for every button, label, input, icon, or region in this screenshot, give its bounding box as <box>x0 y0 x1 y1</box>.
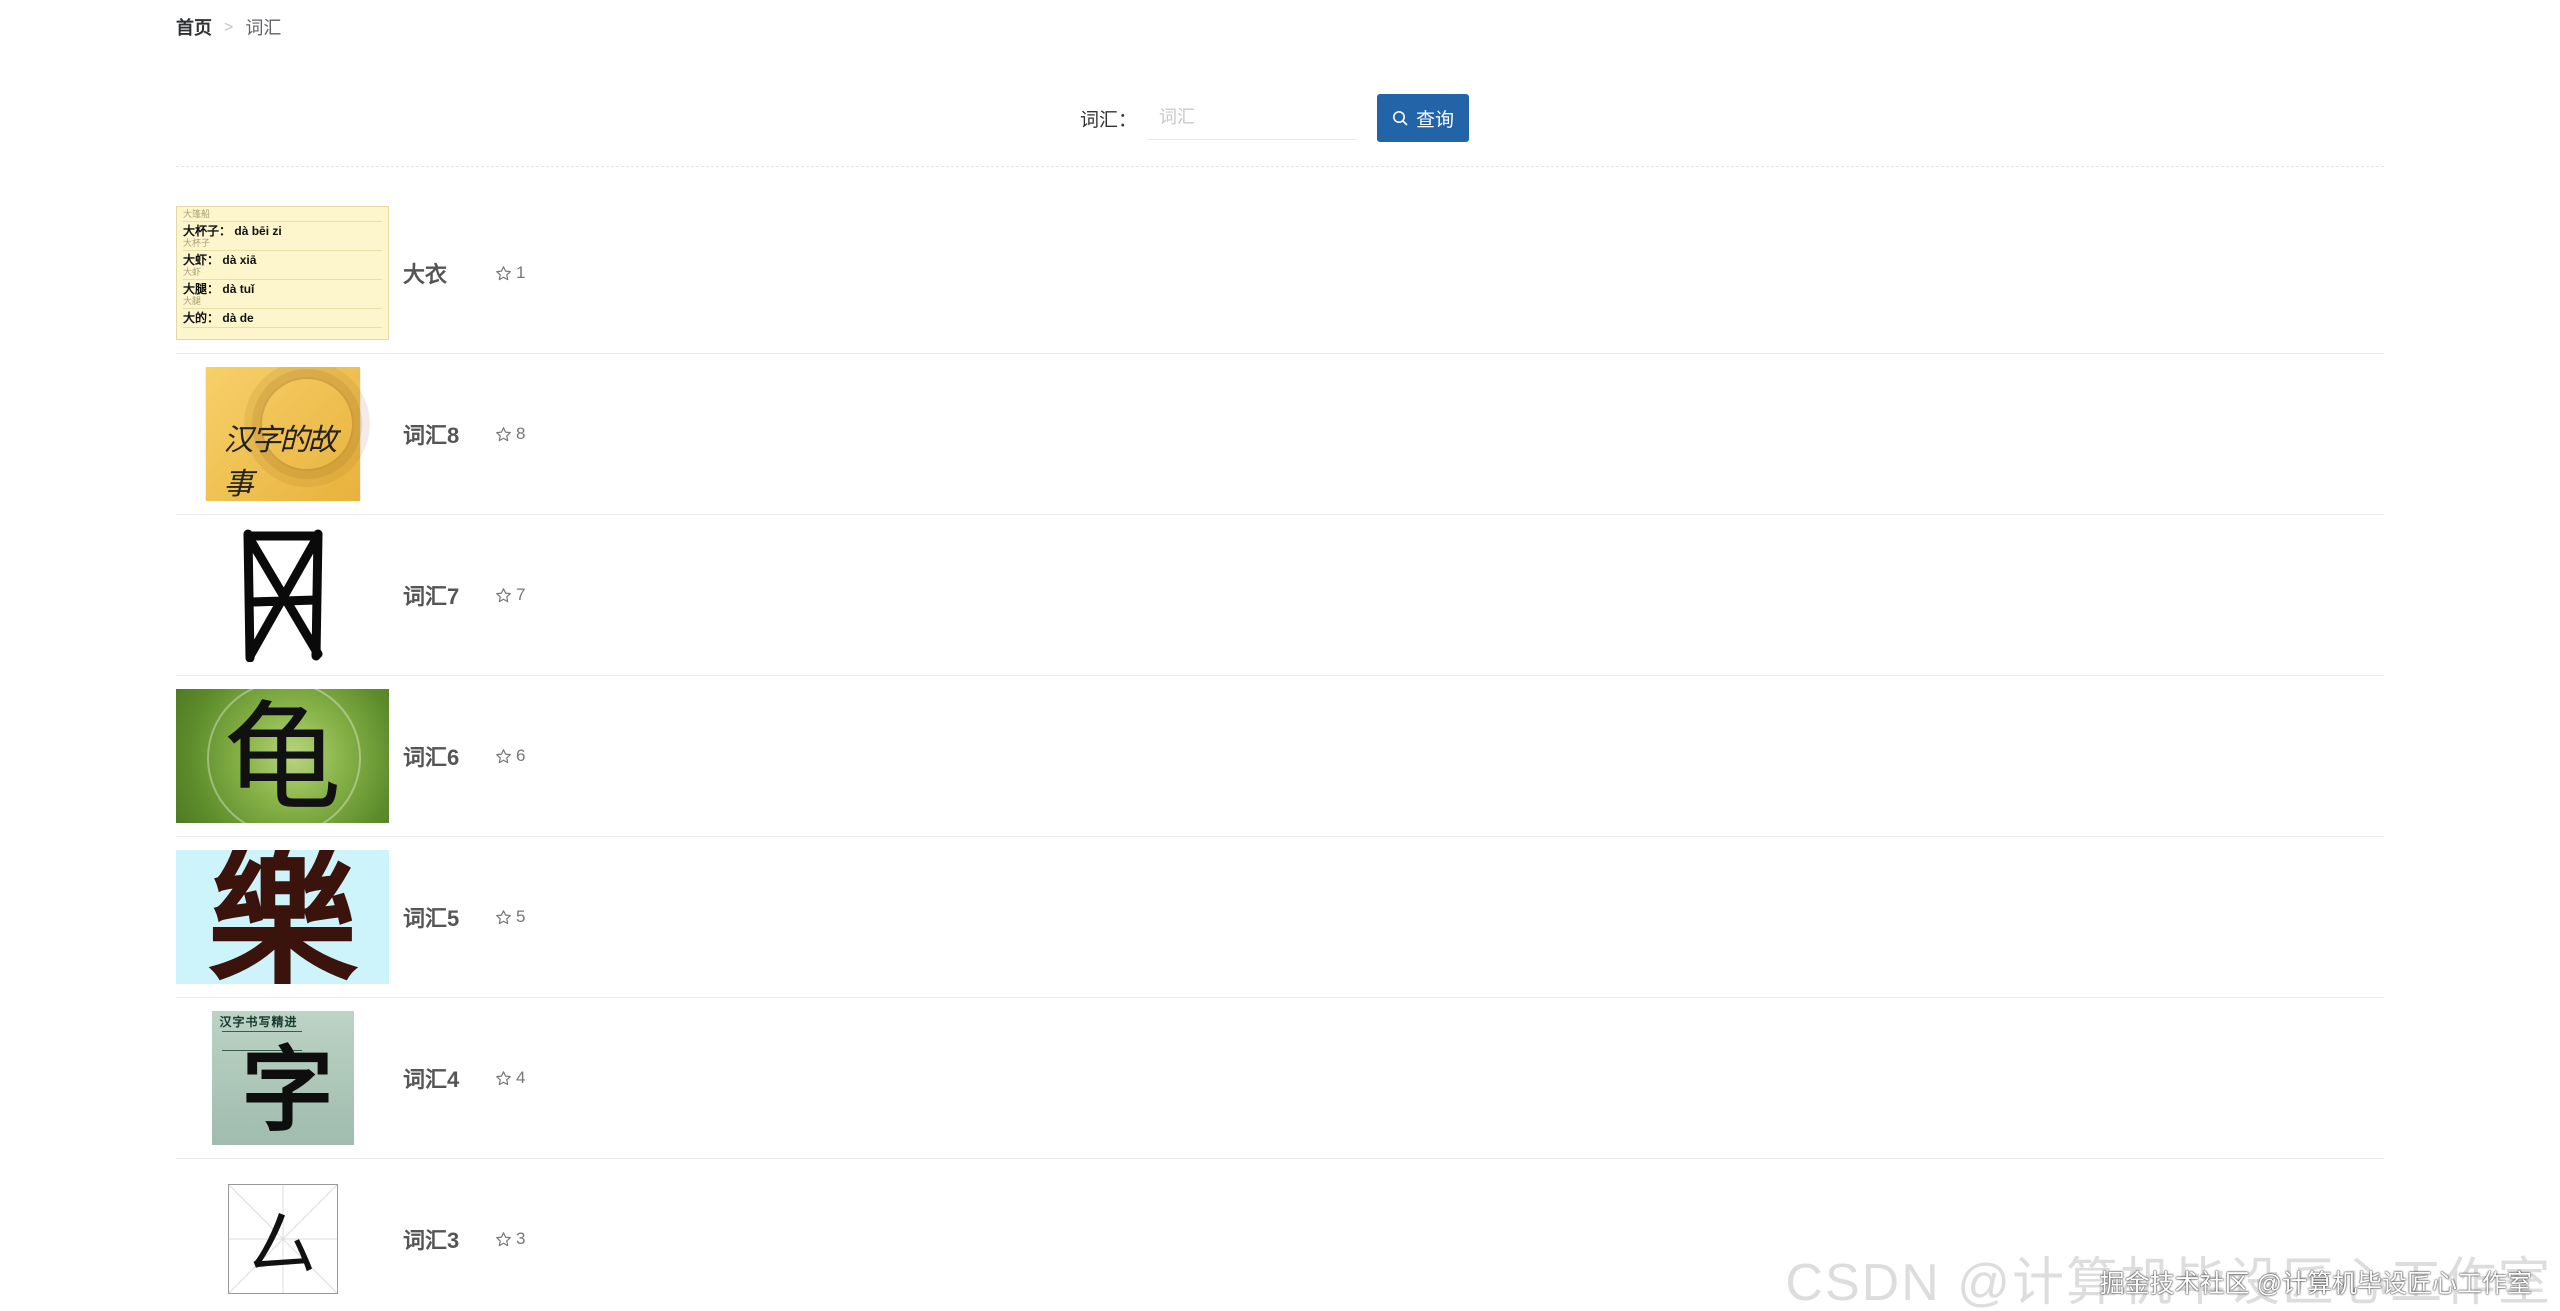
list-item[interactable]: 大篷船 大杯子： dà bēi zi 大杯子 大虾： dà xiā 大虾 大腿：… <box>176 193 2384 354</box>
star-outline-icon <box>496 426 511 441</box>
vocabulary-page: 首页 > 词汇 词汇： 查询 大篷船 大杯子： <box>0 0 2560 1311</box>
list-item[interactable]: 樂 词汇5 5 <box>176 837 2384 998</box>
breadcrumb-home-link[interactable]: 首页 <box>176 16 212 40</box>
favorite-count[interactable]: 7 <box>495 585 525 605</box>
favorite-count[interactable]: 8 <box>495 424 525 444</box>
search-button-label: 查询 <box>1416 109 1455 131</box>
favorite-count-value: 7 <box>516 585 526 604</box>
favorite-count-value: 5 <box>516 907 526 926</box>
favorite-count[interactable]: 4 <box>495 1068 525 1088</box>
book-cover-image: 汉字书写精进 字 <box>211 1011 354 1145</box>
pinyin-word: 大腿： <box>183 282 220 296</box>
item-title[interactable]: 词汇5 <box>403 901 467 933</box>
thumbnail-glyph: 厶 <box>247 1203 318 1286</box>
favorite-count[interactable]: 5 <box>495 907 525 927</box>
item-title[interactable]: 词汇7 <box>403 579 467 611</box>
music-character-image: 樂 <box>176 850 389 984</box>
star-outline-icon <box>496 265 511 280</box>
favorite-count[interactable]: 3 <box>495 1229 525 1249</box>
favorite-count-value: 4 <box>516 1068 526 1087</box>
search-icon <box>1392 110 1408 126</box>
star-outline-icon <box>496 1070 511 1085</box>
book-cover-image: 汉字的故事 <box>205 367 360 501</box>
item-thumbnail[interactable]: 汉字的故事 <box>176 367 389 501</box>
breadcrumb-current: 词汇 <box>245 18 282 38</box>
search-input[interactable] <box>1147 96 1358 140</box>
item-title[interactable]: 大衣 <box>403 257 467 289</box>
pinyin-sub: 大杯子 <box>183 238 211 248</box>
pinyin-word: 大虾： <box>183 253 220 267</box>
thumbnail-glyph: 龟 <box>223 689 342 823</box>
search-label: 词汇： <box>1080 109 1138 131</box>
item-thumbnail[interactable]: 汉字书写精进 字 <box>176 1011 389 1145</box>
breadcrumb: 首页 > 词汇 <box>176 16 281 40</box>
divider <box>176 166 2384 167</box>
thumbnail-glyph: 樂 <box>207 850 358 984</box>
favorite-count[interactable]: 1 <box>495 263 525 283</box>
pinyin-text: dà xiā <box>222 253 257 267</box>
turtle-character-image: 龟 <box>176 689 389 823</box>
item-thumbnail[interactable]: 龟 <box>176 689 389 823</box>
favorite-count-value: 8 <box>516 424 526 443</box>
list-item[interactable]: 汉字的故事 词汇8 8 <box>176 354 2384 515</box>
pinyin-text: dà de <box>222 311 254 325</box>
item-thumbnail[interactable] <box>176 528 389 662</box>
item-title[interactable]: 词汇6 <box>403 740 467 772</box>
thumbnail-glyph: 字 <box>241 1037 334 1144</box>
search-bar: 词汇： 查询 <box>1080 94 1470 142</box>
star-outline-icon <box>496 748 511 763</box>
cover-title: 汉字的故事 <box>223 423 338 501</box>
favorite-count-value: 1 <box>516 263 526 282</box>
pinyin-card-image: 大篷船 大杯子： dà bēi zi 大杯子 大虾： dà xiā 大虾 大腿：… <box>176 206 389 340</box>
star-outline-icon <box>496 1231 511 1246</box>
seal-character-image <box>176 528 389 662</box>
pinyin-word: 大杯子： <box>183 224 232 238</box>
pinyin-sub: 大腿 <box>183 296 202 306</box>
item-title[interactable]: 词汇4 <box>403 1062 467 1094</box>
vocabulary-list: 大篷船 大杯子： dà bēi zi 大杯子 大虾： dà xiā 大虾 大腿：… <box>176 193 2384 1311</box>
star-outline-icon <box>496 909 511 924</box>
list-item[interactable]: 汉字书写精进 字 词汇4 4 <box>176 998 2384 1159</box>
list-item[interactable]: 词汇7 7 <box>176 515 2384 676</box>
item-title[interactable]: 词汇3 <box>403 1223 467 1255</box>
favorite-count-value: 6 <box>516 746 526 765</box>
search-button[interactable]: 查询 <box>1377 94 1470 142</box>
list-item[interactable]: 龟 词汇6 6 <box>176 676 2384 837</box>
item-thumbnail[interactable]: 樂 <box>176 850 389 984</box>
pinyin-sub: 大虾 <box>183 267 202 277</box>
grid-character-image: 厶 <box>227 1184 338 1294</box>
pinyin-word: 大的： <box>183 311 220 325</box>
item-thumbnail[interactable]: 大篷船 大杯子： dà bēi zi 大杯子 大虾： dà xiā 大虾 大腿：… <box>176 206 389 340</box>
watermark: 掘金技术社区 @计算机毕设匠心工作室 <box>2099 1270 2532 1298</box>
pinyin-text: dà bēi zi <box>234 224 282 238</box>
item-thumbnail[interactable]: 厶 <box>176 1172 389 1306</box>
breadcrumb-separator: > <box>224 19 234 36</box>
pinyin-sub: 大篷船 <box>183 209 211 219</box>
cover-title: 汉字书写精进 <box>219 1015 298 1029</box>
favorite-count[interactable]: 6 <box>495 746 525 766</box>
star-outline-icon <box>496 587 511 602</box>
item-title[interactable]: 词汇8 <box>403 418 467 450</box>
pinyin-text: dà tuǐ <box>222 282 255 296</box>
favorite-count-value: 3 <box>516 1229 526 1248</box>
